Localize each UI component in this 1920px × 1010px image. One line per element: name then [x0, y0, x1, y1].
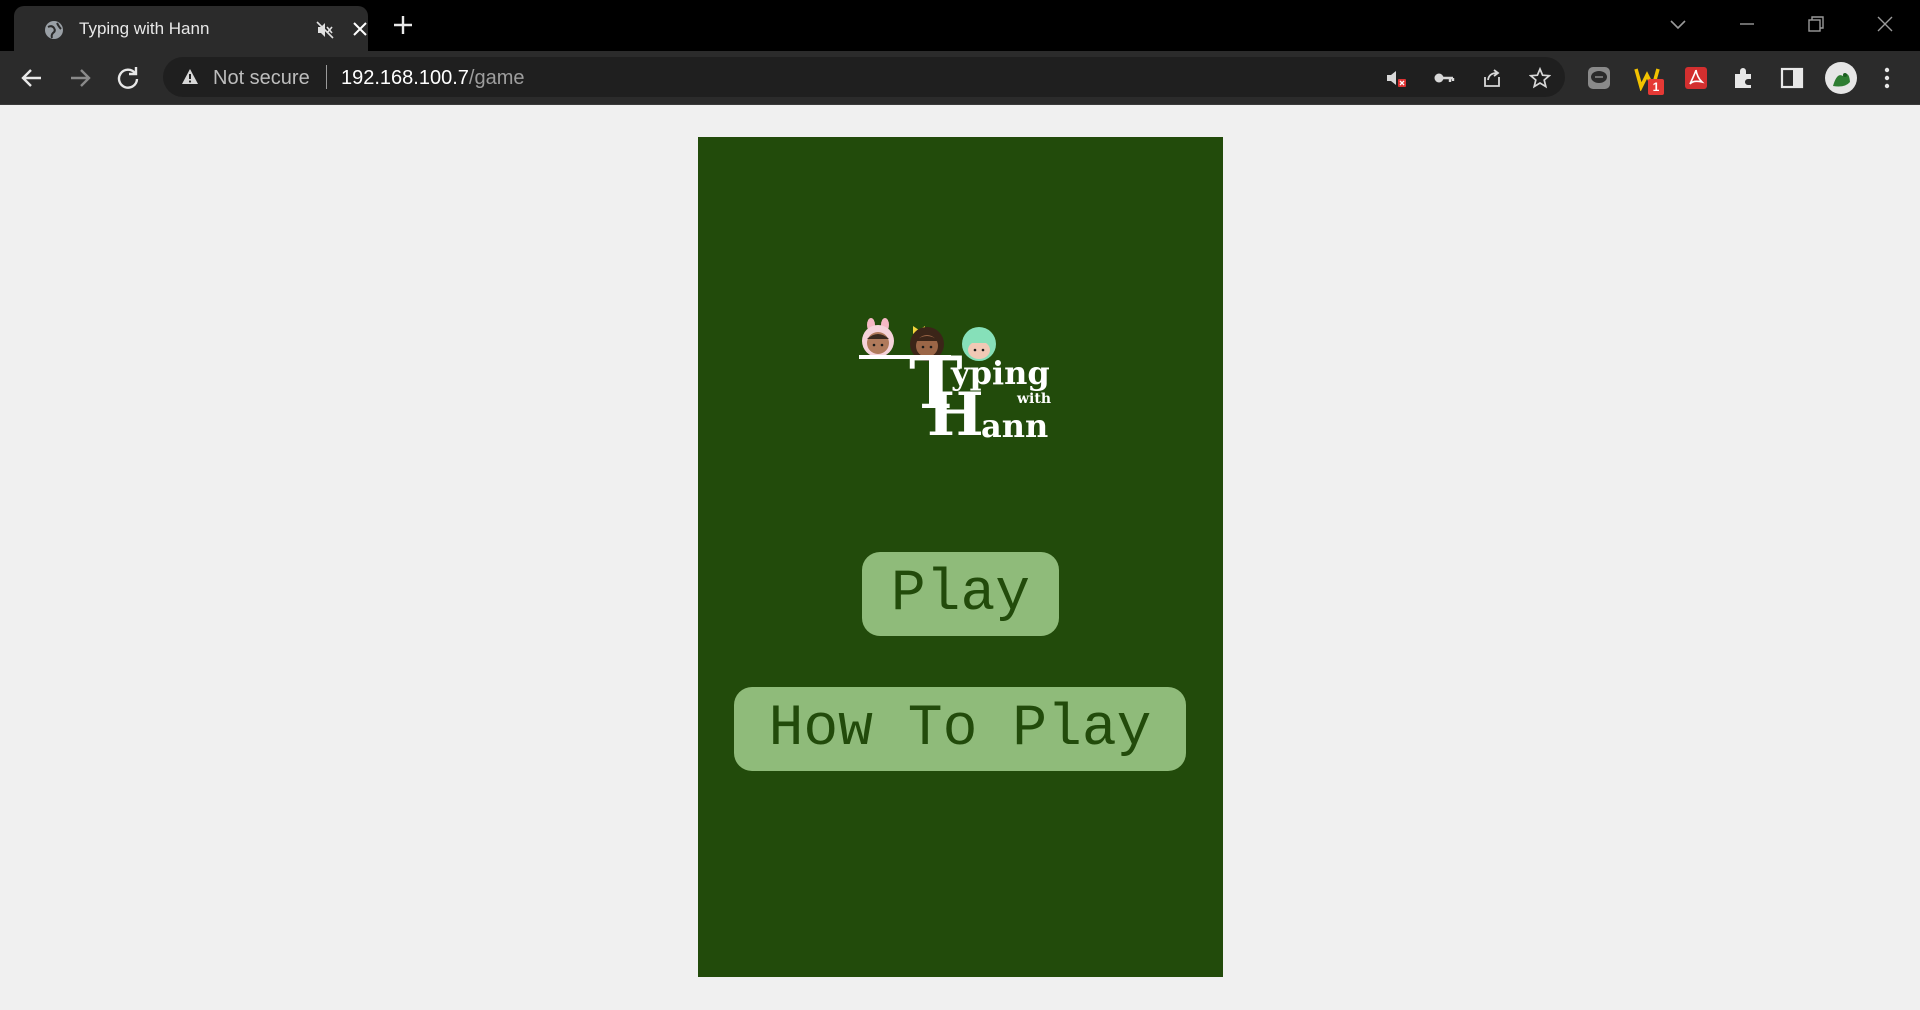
profile-avatar[interactable] — [1825, 62, 1857, 94]
muted-speaker-icon[interactable] — [316, 21, 334, 39]
bookmark-star-icon[interactable] — [1529, 67, 1551, 89]
play-button[interactable]: Play — [862, 552, 1059, 636]
how-to-play-button[interactable]: How To Play — [734, 687, 1186, 771]
close-window-icon[interactable] — [1873, 12, 1897, 36]
omnibox-divider — [326, 65, 327, 89]
url-text[interactable]: 192.168.100.7/game — [341, 67, 525, 90]
globe-icon — [45, 21, 63, 39]
share-icon[interactable] — [1481, 67, 1503, 89]
puzzle-piece-icon[interactable] — [1731, 65, 1757, 91]
new-tab-icon[interactable] — [392, 14, 414, 36]
tab-strip: Typing with Hann — [0, 0, 1920, 51]
logo-word-ann: ann — [981, 407, 1049, 445]
close-tab-icon[interactable] — [351, 20, 369, 38]
avatar-image-icon — [1833, 73, 1850, 87]
back-arrow-icon[interactable] — [18, 64, 46, 92]
key-icon[interactable] — [1433, 67, 1455, 89]
wordcoach-extension[interactable]: 1 — [1634, 65, 1664, 95]
url-host: 192.168.100.7 — [341, 67, 469, 89]
security-status-label[interactable]: Not secure — [213, 67, 310, 90]
browser-toolbar: Not secure 192.168.100.7/game 1 — [0, 51, 1920, 105]
line-extension-icon[interactable] — [1586, 65, 1612, 91]
side-panel-icon[interactable] — [1779, 65, 1805, 91]
warning-triangle-icon[interactable] — [181, 68, 199, 86]
address-bar[interactable]: Not secure 192.168.100.7/game — [163, 57, 1565, 97]
extension-badge: 1 — [1648, 79, 1664, 95]
tab-search-chevron-icon[interactable] — [1666, 12, 1690, 36]
page-viewport: T yping with H ann Play How To Play — [0, 106, 1920, 1010]
logo-letter-h: H — [927, 380, 984, 450]
logo-word-with: with — [1017, 391, 1052, 407]
game-canvas: T yping with H ann Play How To Play — [698, 137, 1223, 977]
more-menu-icon[interactable] — [1874, 65, 1900, 91]
restore-icon[interactable] — [1804, 12, 1828, 36]
reload-icon[interactable] — [114, 64, 142, 92]
acrobat-extension-icon[interactable] — [1683, 65, 1709, 91]
forward-arrow-icon[interactable] — [66, 64, 94, 92]
game-logo: T yping with H ann — [859, 317, 1089, 447]
tab-title: Typing with Hann — [79, 19, 210, 38]
browser-tab[interactable]: Typing with Hann — [14, 6, 368, 51]
site-muted-icon[interactable] — [1385, 67, 1407, 89]
url-path: /game — [468, 67, 525, 89]
minimize-icon[interactable] — [1735, 12, 1759, 36]
